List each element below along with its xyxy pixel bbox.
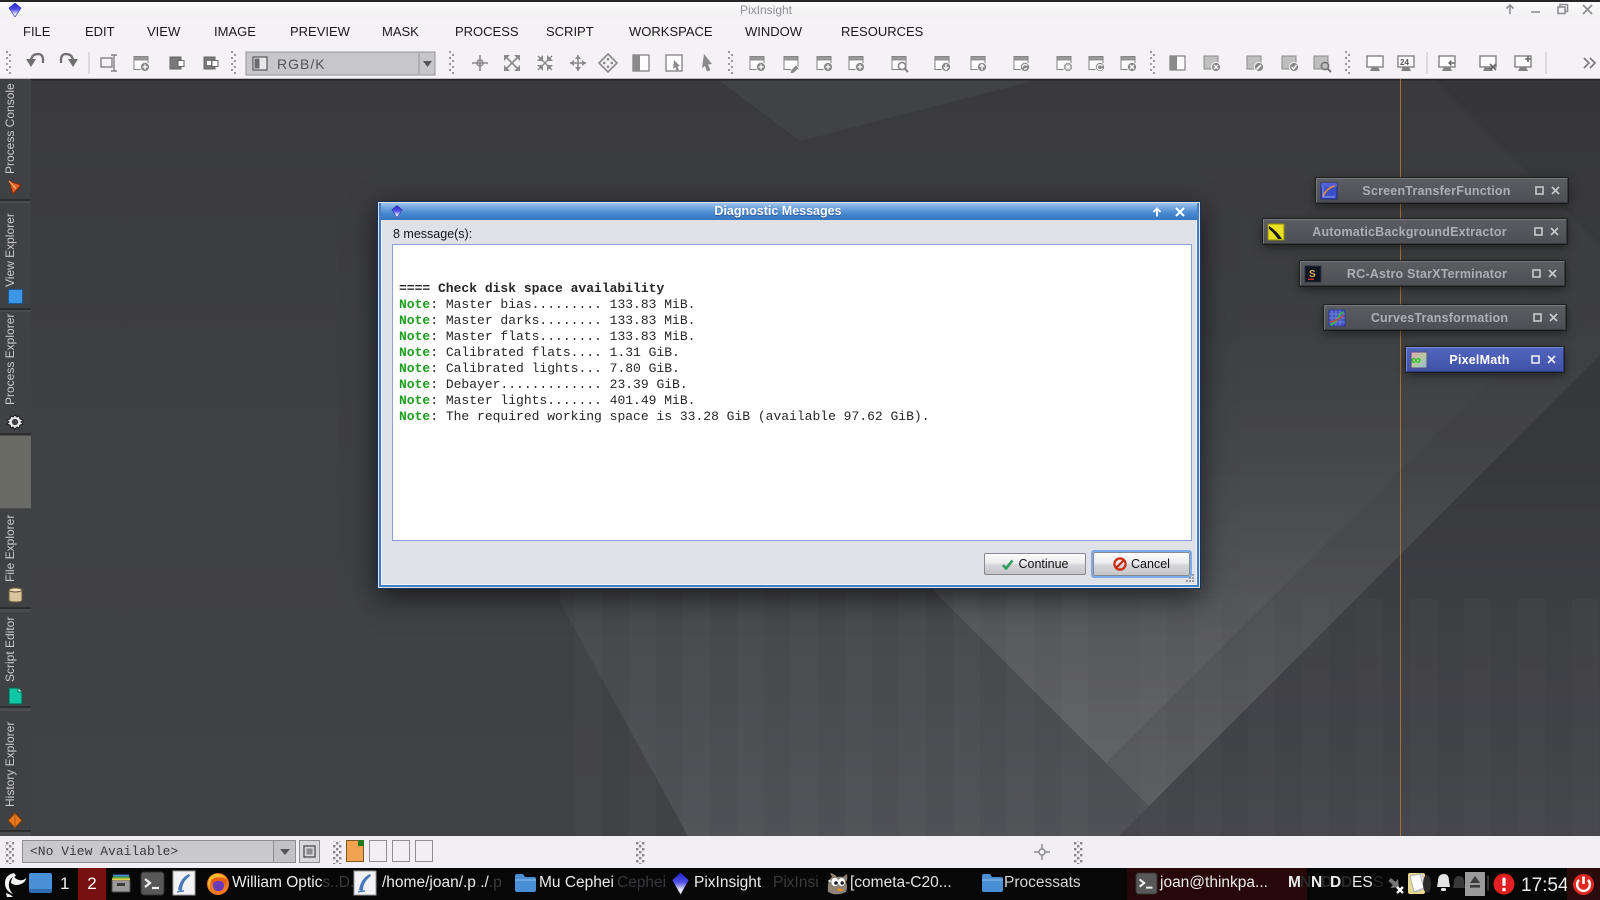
svg-text:RGB/K: RGB/K (277, 56, 326, 72)
svg-text:∞: ∞ (1411, 351, 1421, 367)
svg-text:24: 24 (1400, 58, 1409, 67)
svg-text:S: S (1309, 269, 1316, 280)
